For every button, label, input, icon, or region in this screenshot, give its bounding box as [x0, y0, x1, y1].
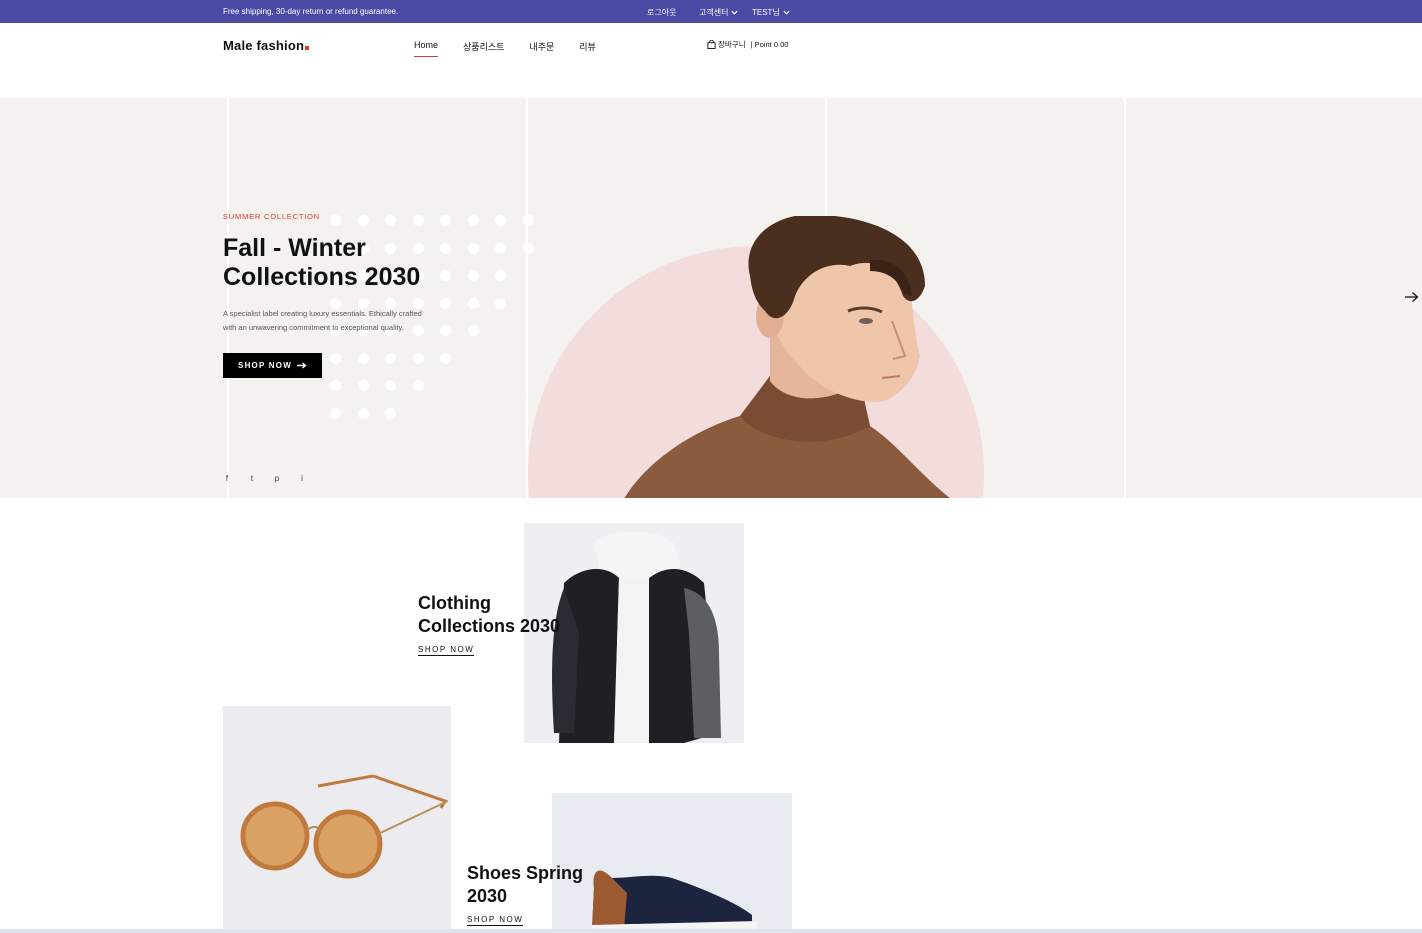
logo-dot: [305, 46, 310, 50]
shop-now-label: SHOP NOW: [238, 361, 292, 370]
banner-title-line: Clothing: [418, 593, 491, 613]
decor-dot: [440, 352, 451, 364]
hero-title-line: Collections 2030: [223, 263, 421, 291]
logout-label: 로그아웃: [647, 8, 677, 17]
nav-home[interactable]: Home: [414, 40, 439, 57]
facebook-icon[interactable]: f: [223, 474, 231, 483]
decor-dot: [467, 297, 479, 309]
decor-dot: [467, 270, 479, 281]
clothing-shop-now-link[interactable]: SHOP NOW: [418, 645, 475, 656]
decor-dot: [330, 215, 341, 226]
decor-dot: [495, 215, 506, 226]
arrow-right-icon: [296, 362, 307, 369]
decor-dot: [522, 242, 534, 254]
hero-model-image: [624, 216, 950, 498]
hero-desc-line: A specialist label creating luxury essen…: [223, 309, 422, 318]
cart-area[interactable]: 장바구니 | Point 0.00: [707, 39, 788, 50]
decor-dot: [385, 407, 396, 419]
decor-dot: [330, 352, 341, 364]
shipping-promo-text: Free shipping, 30-day return or refund g…: [223, 7, 399, 16]
user-menu-dropdown[interactable]: TEST님: [752, 7, 790, 18]
pinterest-icon[interactable]: p: [273, 474, 281, 483]
logout-link[interactable]: 로그아웃: [647, 7, 676, 18]
chevron-down-icon: [731, 10, 738, 15]
nav-reviews[interactable]: 리뷰: [579, 40, 596, 57]
decor-dot: [495, 242, 506, 254]
decor-dot: [440, 270, 451, 281]
decor-dot: [357, 352, 369, 364]
hero-title-line: Fall - Winter: [223, 234, 366, 262]
decor-dot: [385, 352, 396, 364]
shoes-banner-title: Shoes Spring 2030: [467, 862, 583, 908]
decor-dot: [357, 380, 369, 391]
chevron-down-icon: [783, 10, 790, 15]
twitter-icon[interactable]: t: [248, 474, 256, 483]
decor-dot: [467, 242, 479, 254]
shoes-banner-image: [552, 793, 792, 933]
main-nav: Home 상품리스트 내주문 리뷰: [414, 40, 596, 57]
hero-title: Fall - Winter Collections 2030: [223, 234, 420, 292]
decor-dot: [330, 380, 341, 391]
decor-dot: [357, 215, 369, 226]
nav-product-list[interactable]: 상품리스트: [463, 40, 504, 57]
decor-dot: [385, 215, 396, 226]
clothing-banner-title: Clothing Collections 2030: [418, 592, 560, 638]
grid-line: [227, 98, 229, 498]
top-announcement-bar: Free shipping, 30-day return or refund g…: [0, 0, 1422, 23]
decor-dot: [467, 215, 479, 226]
decor-dot: [522, 215, 534, 226]
customer-center-dropdown[interactable]: 고객센터: [699, 7, 738, 18]
hero-desc-line: with an unwavering commitment to excepti…: [223, 323, 404, 332]
logo-text: Male fashion: [223, 38, 305, 53]
hero-shop-now-button[interactable]: SHOP NOW: [223, 353, 322, 378]
decor-dot: [440, 242, 451, 254]
user-name-label: TEST님: [752, 8, 780, 17]
customer-center-label: 고객센터: [699, 8, 729, 17]
banner-title-line: Shoes Spring: [467, 863, 584, 883]
grid-line: [1124, 98, 1126, 498]
banner-title-line: Collections 2030: [418, 616, 561, 636]
cart-label: 장바구니: [718, 40, 746, 49]
shoes-shop-now-link[interactable]: SHOP NOW: [467, 915, 524, 926]
social-links: f t p i: [223, 474, 306, 483]
hero-subtitle: SUMMER COLLECTION: [223, 212, 320, 221]
hero-description: A specialist label creating luxury essen…: [223, 307, 453, 335]
decor-dot: [440, 215, 451, 226]
decor-dot: [495, 297, 506, 309]
decor-dot: [357, 407, 369, 419]
decor-dot: [330, 407, 341, 419]
decor-dot: [495, 270, 506, 281]
sunglasses-image: [223, 706, 451, 933]
nav-my-orders[interactable]: 내주문: [529, 40, 554, 57]
point-label: | Point 0.00: [750, 40, 789, 49]
slider-next-arrow-icon[interactable]: [1405, 291, 1419, 303]
viewport-bottom-edge: [0, 929, 1422, 933]
decor-dot: [412, 352, 424, 364]
site-logo[interactable]: Male fashion: [223, 38, 310, 53]
banner-title-line: 2030: [467, 886, 508, 906]
decor-dot: [412, 380, 424, 391]
decor-dot: [385, 380, 396, 391]
decor-dot: [467, 325, 479, 336]
instagram-icon[interactable]: i: [298, 474, 306, 483]
decor-dot: [412, 215, 424, 226]
site-header: Male fashion Home 상품리스트 내주문 리뷰 장바구니 | Po…: [0, 23, 1422, 98]
grid-line: [526, 98, 528, 498]
accessories-banner-image[interactable]: [223, 706, 451, 933]
sneaker-image: [552, 793, 792, 933]
hero-slider: SUMMER COLLECTION Fall - Winter Collecti…: [0, 98, 1422, 498]
shopping-bag-icon: [707, 40, 716, 49]
